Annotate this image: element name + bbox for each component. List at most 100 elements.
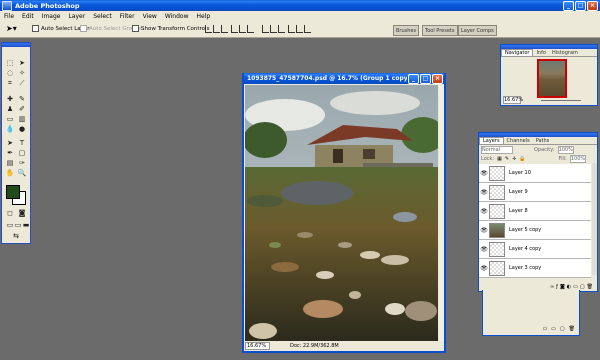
- doc-maximize-button[interactable]: □: [420, 73, 431, 84]
- image-canvas[interactable]: [245, 85, 438, 341]
- distribute-top-icon[interactable]: [262, 25, 269, 33]
- document-size-info[interactable]: Doc: 22.9M/362.8M: [290, 343, 339, 349]
- lock-transparency-icon[interactable]: ▦: [497, 156, 502, 162]
- shape-tool-icon[interactable]: ▢: [17, 149, 27, 157]
- document-vertical-scrollbar[interactable]: [439, 85, 444, 341]
- dodge-tool-icon[interactable]: ●: [17, 125, 27, 133]
- layer-row[interactable]: 👁 Layer 5 copy: [479, 221, 591, 240]
- auto-select-layer-checkbox[interactable]: [32, 25, 39, 32]
- standard-mode-icon[interactable]: ◻: [5, 209, 15, 217]
- show-transform-controls-checkbox[interactable]: [132, 25, 139, 32]
- palette-delete-icon[interactable]: 🗑: [569, 326, 575, 332]
- distribute-hcenter-icon[interactable]: [296, 25, 303, 33]
- distribute-bottom-icon[interactable]: [278, 25, 285, 33]
- distribute-vcenter-icon[interactable]: [270, 25, 277, 33]
- gradient-tool-icon[interactable]: ▥: [17, 115, 27, 123]
- align-left-icon[interactable]: [231, 25, 238, 33]
- navigator-thumbnail[interactable]: [537, 59, 567, 98]
- tab-layer-comps[interactable]: Layer Comps: [458, 25, 497, 36]
- delete-layer-icon[interactable]: 🗑: [587, 284, 593, 290]
- layer-row[interactable]: 👁 Layer 9: [479, 183, 591, 202]
- slice-tool-icon[interactable]: ⟋: [17, 79, 27, 87]
- fill-field[interactable]: 100%: [569, 155, 586, 163]
- menu-help[interactable]: Help: [193, 13, 215, 20]
- menu-file[interactable]: File: [0, 13, 18, 20]
- move-tool-preset-icon[interactable]: ➤▾: [6, 24, 17, 33]
- tab-tool-presets[interactable]: Tool Presets: [422, 25, 458, 36]
- tab-channels[interactable]: Channels: [504, 137, 533, 144]
- zoom-tool-icon[interactable]: 🔍: [17, 169, 27, 177]
- eyedropper-tool-icon[interactable]: ✑: [17, 159, 27, 167]
- align-bottom-icon[interactable]: [221, 25, 228, 33]
- layer-visibility-eye-icon[interactable]: 👁: [479, 265, 489, 272]
- quick-mask-mode-icon[interactable]: ◙: [17, 209, 27, 217]
- layer-row[interactable]: 👁 Layer 10: [479, 164, 591, 183]
- foreground-color-swatch[interactable]: [6, 185, 20, 199]
- brush-tool-icon[interactable]: ✎: [17, 95, 27, 103]
- document-title-bar[interactable]: 1093875_47587704.psd @ 16.7% (Group 1 co…: [244, 73, 444, 84]
- tab-layers[interactable]: Layers: [479, 137, 504, 144]
- layer-row[interactable]: 👁 Layer 3 copy: [479, 259, 591, 278]
- notes-tool-icon[interactable]: ▤: [5, 159, 15, 167]
- lasso-tool-icon[interactable]: ◌: [5, 69, 15, 77]
- layer-visibility-eye-icon[interactable]: 👁: [479, 170, 489, 177]
- menu-image[interactable]: Image: [38, 13, 65, 20]
- menu-window[interactable]: Window: [161, 13, 193, 20]
- navigator-zoom-slider[interactable]: [541, 100, 581, 101]
- navigator-zoom-field[interactable]: 16.67%: [503, 96, 523, 104]
- clone-stamp-tool-icon[interactable]: ♟: [5, 105, 15, 113]
- layer-row[interactable]: 👁 Layer 4 copy: [479, 240, 591, 259]
- lock-all-icon[interactable]: 🔒: [519, 156, 525, 162]
- tab-paths[interactable]: Paths: [533, 137, 553, 144]
- layer-visibility-eye-icon[interactable]: 👁: [479, 189, 489, 196]
- path-selection-tool-icon[interactable]: ➤: [5, 139, 15, 147]
- lock-position-icon[interactable]: ✛: [512, 156, 516, 162]
- align-right-icon[interactable]: [247, 25, 254, 33]
- tools-palette-header[interactable]: [2, 43, 30, 47]
- lock-pixels-icon[interactable]: ✎: [505, 156, 509, 162]
- pen-tool-icon[interactable]: ✒: [5, 149, 15, 157]
- opacity-field[interactable]: 100%: [557, 146, 574, 154]
- jump-to-imageready-icon[interactable]: ⇆: [5, 232, 27, 240]
- layers-scrollbar[interactable]: [592, 163, 597, 275]
- show-transform-controls-option[interactable]: Show Transform Controls: [132, 25, 209, 32]
- doc-close-button[interactable]: ×: [432, 73, 443, 84]
- tab-info[interactable]: Info: [533, 49, 548, 56]
- healing-brush-tool-icon[interactable]: ✚: [5, 95, 15, 103]
- menu-filter[interactable]: Filter: [116, 13, 139, 20]
- layer-visibility-eye-icon[interactable]: 👁: [479, 208, 489, 215]
- palette-footer-icon[interactable]: ▭: [542, 326, 547, 332]
- align-vcenter-icon[interactable]: [213, 25, 220, 33]
- hand-tool-icon[interactable]: ✋: [5, 169, 15, 177]
- layer-visibility-eye-icon[interactable]: 👁: [479, 246, 489, 253]
- menu-edit[interactable]: Edit: [18, 13, 38, 20]
- screen-mode-full-icon[interactable]: ▬: [21, 221, 31, 229]
- layer-row[interactable]: 👁 Layer 8: [479, 202, 591, 221]
- history-brush-tool-icon[interactable]: ✐: [17, 105, 27, 113]
- doc-minimize-button[interactable]: _: [408, 73, 419, 84]
- new-layer-icon[interactable]: ▢: [580, 284, 585, 290]
- auto-select-groups-checkbox[interactable]: [80, 25, 87, 32]
- layer-visibility-eye-icon[interactable]: 👁: [479, 227, 489, 234]
- maximize-button[interactable]: □: [575, 1, 586, 11]
- palette-footer-icon[interactable]: ▢: [560, 326, 565, 332]
- close-button[interactable]: ×: [587, 1, 598, 11]
- menu-layer[interactable]: Layer: [64, 13, 89, 20]
- distribute-right-icon[interactable]: [304, 25, 311, 33]
- palette-footer-icon[interactable]: ▭: [551, 326, 556, 332]
- menu-select[interactable]: Select: [89, 13, 116, 20]
- distribute-left-icon[interactable]: [288, 25, 295, 33]
- blur-tool-icon[interactable]: 💧: [5, 125, 15, 133]
- document-zoom-field[interactable]: 16.67%: [245, 342, 270, 350]
- menu-view[interactable]: View: [139, 13, 161, 20]
- tab-navigator[interactable]: Navigator: [501, 49, 534, 56]
- blend-mode-select[interactable]: Normal: [481, 146, 513, 154]
- tab-histogram[interactable]: Histogram: [549, 49, 581, 56]
- eraser-tool-icon[interactable]: ▭: [5, 115, 15, 123]
- align-top-icon[interactable]: [205, 25, 212, 33]
- align-hcenter-icon[interactable]: [239, 25, 246, 33]
- magic-wand-tool-icon[interactable]: ✧: [17, 69, 27, 77]
- tab-brushes[interactable]: Brushes: [393, 25, 420, 36]
- minimize-button[interactable]: _: [563, 1, 574, 11]
- type-tool-icon[interactable]: T: [17, 139, 27, 147]
